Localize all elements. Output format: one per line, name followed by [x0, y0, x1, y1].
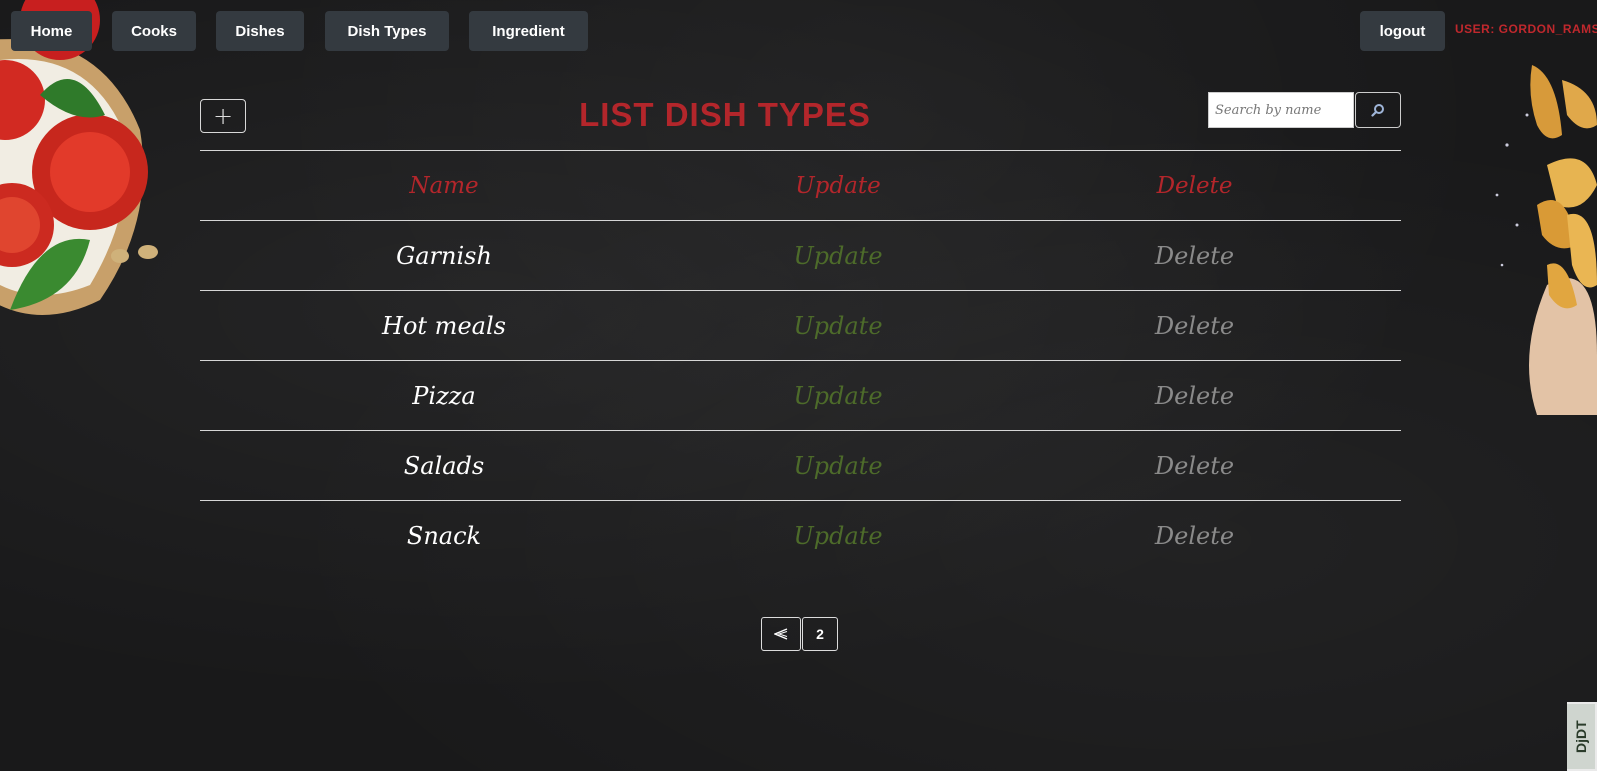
nav-home-button[interactable]: Home: [11, 11, 92, 51]
prev-page-icon: [774, 628, 788, 640]
search-input[interactable]: [1208, 92, 1354, 128]
search-icon: [1371, 104, 1384, 117]
update-link[interactable]: Update: [793, 522, 882, 550]
dish-type-name: Snack: [406, 521, 482, 550]
update-link[interactable]: Update: [793, 452, 882, 480]
delete-link[interactable]: Delete: [1155, 452, 1234, 480]
table-row: Hot meals Update Delete: [200, 290, 1401, 360]
logout-button[interactable]: logout: [1360, 11, 1445, 51]
dish-type-name: Pizza: [412, 381, 476, 410]
header-delete: Delete: [1156, 172, 1233, 199]
bruschetta-decoration: [0, 0, 158, 315]
nav-cooks-button[interactable]: Cooks: [112, 11, 196, 51]
prev-page-button[interactable]: [761, 617, 801, 651]
pagination: 2: [761, 617, 838, 651]
delete-link[interactable]: Delete: [1155, 312, 1234, 340]
search-button[interactable]: [1355, 92, 1401, 128]
dish-types-table: Name Update Delete Garnish Update Delete…: [200, 150, 1401, 570]
delete-link[interactable]: Delete: [1155, 242, 1234, 270]
debug-toolbar-handle[interactable]: DjDT: [1567, 702, 1597, 771]
user-label: USER: GORDON_RAMSAY: [1455, 22, 1597, 36]
page: Home Cooks Dishes Dish Types Ingredient …: [0, 0, 1597, 771]
delete-link[interactable]: Delete: [1155, 522, 1234, 550]
nav-ingredient-button[interactable]: Ingredient: [469, 11, 588, 51]
nav-dish-types-button[interactable]: Dish Types: [325, 11, 449, 51]
table-row: Salads Update Delete: [200, 430, 1401, 500]
table-row: Garnish Update Delete: [200, 220, 1401, 290]
table-row: Pizza Update Delete: [200, 360, 1401, 430]
table-header-row: Name Update Delete: [200, 150, 1401, 220]
update-link[interactable]: Update: [793, 242, 882, 270]
nav-dishes-button[interactable]: Dishes: [216, 11, 304, 51]
potato-wedges-decoration: [1495, 65, 1597, 415]
table-row: Snack Update Delete: [200, 500, 1401, 570]
dish-type-name: Garnish: [396, 241, 492, 270]
page-number-button[interactable]: 2: [802, 617, 838, 651]
dish-type-name: Hot meals: [382, 311, 506, 340]
delete-link[interactable]: Delete: [1155, 382, 1234, 410]
page-title: LIST DISH TYPES: [579, 95, 871, 134]
header-update: Update: [795, 172, 881, 199]
update-link[interactable]: Update: [793, 312, 882, 340]
update-link[interactable]: Update: [793, 382, 882, 410]
add-dish-type-button[interactable]: +: [200, 99, 246, 133]
dish-type-name: Salads: [403, 451, 485, 480]
header-name: Name: [409, 172, 479, 199]
